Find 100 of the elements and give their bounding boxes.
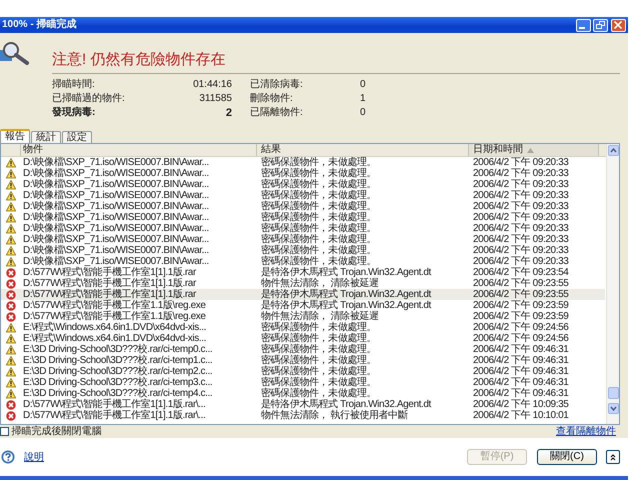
stat-value: 01:44:16 (192, 79, 232, 91)
close-button[interactable] (610, 18, 626, 32)
object-cell: D:\577W\程式\智能手機工作室1[1].1版.rar\... (23, 410, 206, 421)
result-cell: 密碼保護物件，未做處理。 (261, 245, 376, 256)
list-row[interactable]: E:\3D Driving-School\3D???校.rar/ci-temp3.c... 密碼保護物件，未做處理。 2006/4/2 下午 09:46:31 (1, 377, 605, 388)
time-cell: 2006/4/2 下午 09:46:31 (473, 366, 568, 377)
result-cell: 密碼保護物件，未做處理。 (261, 157, 376, 168)
time-cell: 2006/4/2 下午 09:20:33 (473, 223, 568, 234)
result-cell: 密碼保護物件，未做處理。 (261, 344, 376, 355)
list-row[interactable]: E:\3D Driving-School\3D???校.rar/ci-temp4.c... 密碼保護物件，未做處理。 2006/4/2 下午 09:46:31 (1, 388, 605, 399)
result-cell: 密碼保護物件，未做處理。 (261, 256, 376, 267)
list-row[interactable]: D:\映像檔\SXP_71.iso/WISE0007.BIN\Awar... 密碼保護物件，未做處理。 2006/4/2 下午 09:20:33 (1, 212, 605, 223)
help-link[interactable]: 說明 (24, 450, 44, 464)
time-cell: 2006/4/2 下午 10:09:35 (473, 399, 568, 410)
time-cell: 2006/4/2 下午 09:20:33 (473, 212, 568, 223)
list-row[interactable]: D:\映像檔\SXP_71.iso/WISE0007.BIN\Awar... 密碼保護物件，未做處理。 2006/4/2 下午 09:20:33 (1, 256, 605, 267)
time-cell: 2006/4/2 下午 09:23:59 (473, 300, 568, 311)
stat-label: 已清除病毒: (250, 79, 304, 91)
list-row[interactable]: D:\映像檔\SXP_71.iso/WISE0007.BIN\Awar... 密碼保護物件，未做處理。 2006/4/2 下午 09:20:33 (1, 179, 605, 190)
collapse-button[interactable] (606, 450, 620, 464)
time-cell: 2006/4/2 下午 09:46:31 (473, 344, 568, 355)
result-cell: 是特洛伊木馬程式 Trojan.Win32.Agent.dt (261, 267, 431, 278)
object-cell: D:\映像檔\SXP_71.iso/WISE0007.BIN\Awar... (23, 157, 209, 168)
list-row[interactable]: D:\577W\程式\智能手機工作室1[1].1版.rar\... 物件無法清除， 執行被使用者中斷 2006/4/2 下午 10:10:01 (1, 410, 605, 421)
list-row[interactable]: E:\3D Driving-School\3D???校.rar/ci-temp2.c... 密碼保護物件，未做處理。 2006/4/2 下午 09:46:31 (1, 366, 605, 377)
result-cell: 密碼保護物件，未做處理。 (261, 201, 376, 212)
list-row[interactable]: D:\映像檔\SXP_71.iso/WISE0007.BIN\Awar... 密碼保護物件，未做處理。 2006/4/2 下午 09:20:33 (1, 157, 605, 168)
object-cell: E:\程式\Windows.x64.6in1.DVD\x64dvd-xis... (23, 333, 206, 344)
list-row[interactable]: D:\577W\程式\智能手機工作室1[1].1版.rar 是特洛伊木馬程式 Trojan.Win32.Agent.dt 2006/4/2 下午 09:23:54 (1, 267, 605, 278)
result-cell: 密碼保護物件，未做處理。 (261, 179, 376, 190)
tab[interactable]: 報告 (0, 129, 30, 143)
stat-label: 已隔離物件: (250, 107, 304, 119)
list-row[interactable]: D:\577W\程式\智能手機工作室1[1].1版.rar\... 是特洛伊木馬程式 Trojan.Win32.Agent.dt 2006/4/2 下午 10:09:35 (1, 399, 605, 410)
stat-value: 0 (360, 107, 367, 119)
quarantine-link[interactable]: 查看隔離物件 (556, 424, 616, 439)
result-cell: 密碼保護物件，未做處理。 (261, 190, 376, 201)
result-cell: 密碼保護物件，未做處理。 (261, 212, 376, 223)
list-row[interactable]: E:\3D Driving-School\3D???校.rar/ci-temp0.c... 密碼保護物件，未做處理。 2006/4/2 下午 09:46:31 (1, 344, 605, 355)
minimize-icon (578, 27, 584, 29)
object-cell: D:\映像檔\SXP_71.iso/WISE0007.BIN\Awar... (23, 223, 209, 234)
tab[interactable]: 統計 (31, 131, 61, 143)
object-cell: D:\577W\程式\智能手機工作室1[1].1版.rar\... (23, 399, 206, 410)
list-row[interactable]: D:\577W\程式\智能手機工作室1.1版\reg.exe 物件無法清除， 清除被延遲 2006/4/2 下午 09:23:59 (1, 311, 605, 322)
object-cell: D:\映像檔\SXP_71.iso/WISE0007.BIN\Awar... (23, 245, 209, 256)
time-cell: 2006/4/2 下午 09:23:55 (473, 289, 568, 300)
close-icon (614, 21, 622, 29)
stat-label: 發現病毒: (52, 107, 96, 119)
tab[interactable]: 設定 (62, 131, 92, 143)
stat-value: 0 (360, 79, 367, 91)
checkbox-label[interactable]: 掃瞄完成後關閉電腦 (12, 424, 102, 439)
scroll-thumb[interactable] (608, 387, 619, 399)
time-cell: 2006/4/2 下午 09:23:54 (473, 267, 568, 278)
object-cell: E:\3D Driving-School\3D???校.rar/ci-temp4.c... (23, 388, 212, 399)
time-cell: 2006/4/2 下午 09:20:33 (473, 201, 568, 212)
list-row[interactable]: D:\映像檔\SXP_71.iso/WISE0007.BIN\Awar... 密碼保護物件，未做處理。 2006/4/2 下午 09:20:33 (1, 223, 605, 234)
stat-value: 1 (360, 93, 367, 105)
time-cell: 2006/4/2 下午 09:24:56 (473, 333, 568, 344)
result-cell: 物件無法清除， 執行被使用者中斷 (261, 410, 408, 421)
object-cell: E:\程式\Windows.x64.6in1.DVD\x64dvd-xis... (23, 322, 206, 333)
result-cell: 密碼保護物件，未做處理。 (261, 366, 376, 377)
time-cell: 2006/4/2 下午 09:20:33 (473, 234, 568, 245)
restore-icon (596, 21, 605, 29)
result-cell: 物件無法清除， 清除被延遲 (261, 278, 379, 289)
list-row[interactable]: D:\577W\程式\智能手機工作室1[1].1版.rar 物件無法清除， 清除被延遲 2006/4/2 下午 09:23:55 (1, 278, 605, 289)
scroll-up-icon[interactable] (608, 145, 619, 156)
list-row[interactable]: E:\程式\Windows.x64.6in1.DVD\x64dvd-xis... 密碼保護物件，未做處理。 2006/4/2 下午 09:24:56 (1, 322, 605, 333)
stat-label: 刪除物件: (250, 93, 294, 105)
object-cell: D:\映像檔\SXP_71.iso/WISE0007.BIN\Awar... (23, 168, 209, 179)
list-row[interactable]: D:\映像檔\SXP_71.iso/WISE0007.BIN\Awar... 密碼保護物件，未做處理。 2006/4/2 下午 09:20:33 (1, 168, 605, 179)
list-row[interactable]: D:\映像檔\SXP_71.iso/WISE0007.BIN\Awar... 密碼保護物件，未做處理。 2006/4/2 下午 09:20:33 (1, 201, 605, 212)
sort-icon (527, 148, 534, 152)
checkbox[interactable] (0, 427, 9, 436)
restore-button[interactable] (593, 18, 608, 32)
list-row[interactable]: D:\映像檔\SXP_71.iso/WISE0007.BIN\Awar... 密碼保護物件，未做處理。 2006/4/2 下午 09:20:33 (1, 245, 605, 256)
column-header[interactable]: 日期和時間 (469, 144, 599, 156)
result-cell: 密碼保護物件，未做處理。 (261, 234, 376, 245)
scrollbar[interactable] (606, 144, 619, 424)
result-cell: 物件無法清除， 清除被延遲 (261, 311, 379, 322)
time-cell: 2006/4/2 下午 09:46:31 (473, 355, 568, 366)
list-row[interactable]: D:\映像檔\SXP_71.iso/WISE0007.BIN\Awar... 密碼保護物件，未做處理。 2006/4/2 下午 09:20:33 (1, 190, 605, 201)
result-cell: 是特洛伊木馬程式 Trojan.Win32.Agent.dt (261, 289, 431, 300)
list-row[interactable]: D:\577W\程式\智能手機工作室1.1版\reg.exe 是特洛伊木馬程式 Trojan.Win32.Agent.dt 2006/4/2 下午 09:23:59 (1, 300, 605, 311)
object-cell: D:\577W\程式\智能手機工作室1[1].1版.rar (23, 289, 196, 300)
help-icon[interactable] (1, 450, 15, 464)
time-cell: 2006/4/2 下午 09:23:59 (473, 311, 568, 322)
footer-button[interactable]: 關閉(C) (537, 449, 597, 465)
list-row[interactable]: D:\577W\程式\智能手機工作室1[1].1版.rar 是特洛伊木馬程式 Trojan.Win32.Agent.dt 2006/4/2 下午 09:23:55 (1, 289, 605, 300)
result-cell: 是特洛伊木馬程式 Trojan.Win32.Agent.dt (261, 300, 431, 311)
list-row[interactable]: E:\程式\Windows.x64.6in1.DVD\x64dvd-xis... 密碼保護物件，未做處理。 2006/4/2 下午 09:24:56 (1, 333, 605, 344)
time-cell: 2006/4/2 下午 09:46:31 (473, 388, 568, 399)
time-cell: 2006/4/2 下午 09:20:33 (473, 190, 568, 201)
list-row[interactable]: D:\映像檔\SXP_71.iso/WISE0007.BIN\Awar... 密碼保護物件，未做處理。 2006/4/2 下午 09:20:33 (1, 234, 605, 245)
scroll-down-icon[interactable] (608, 403, 619, 414)
object-cell: E:\3D Driving-School\3D???校.rar/ci-temp0.c... (23, 344, 212, 355)
list-row[interactable]: E:\3D Driving-School\3D???校.rar/ci-temp1.c... 密碼保護物件，未做處理。 2006/4/2 下午 09:46:31 (1, 355, 605, 366)
stat-label: 掃瞄時間: (52, 79, 96, 91)
chevron-up-icon (609, 453, 617, 461)
stat-label: 已掃瞄過的物件: (52, 93, 126, 105)
minimize-button[interactable] (576, 18, 590, 32)
column-header[interactable]: 物件 (21, 144, 257, 156)
